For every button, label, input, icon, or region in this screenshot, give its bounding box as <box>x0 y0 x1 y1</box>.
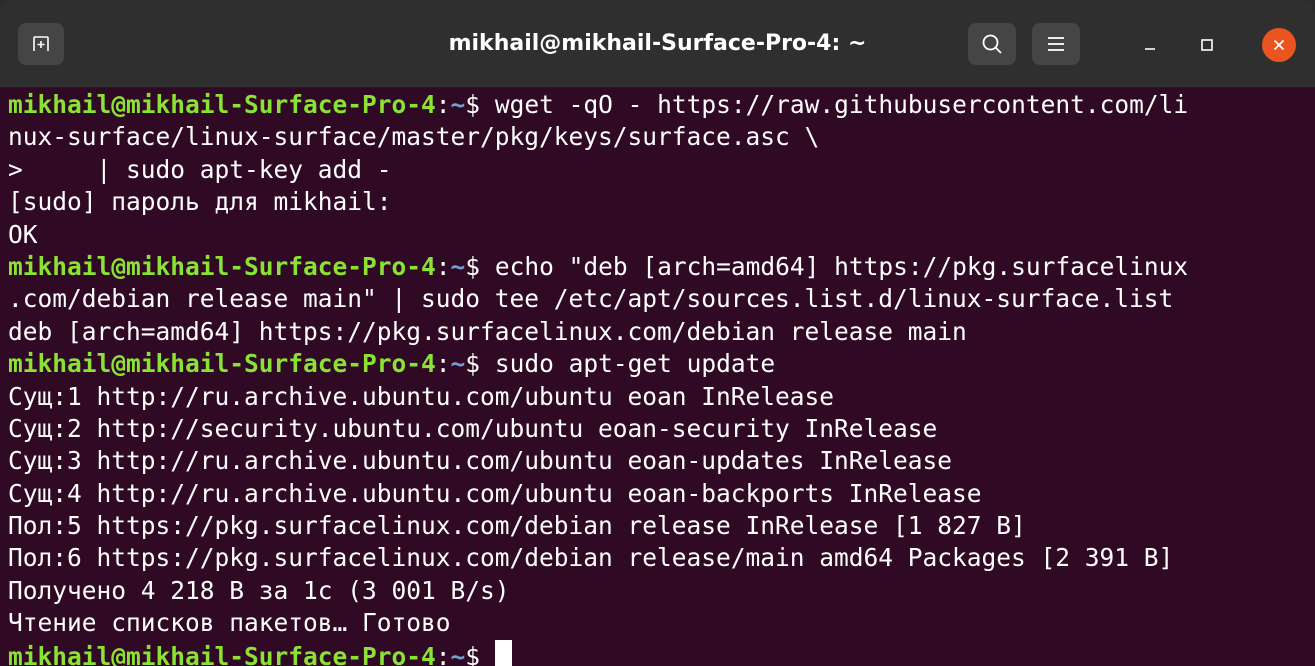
output-line: [sudo] пароль для mikhail: <box>8 186 1315 218</box>
minimize-button[interactable] <box>1133 28 1167 62</box>
terminal-window: mikhail@mikhail-Surface-Pro-4: ~ mikhail… <box>0 0 1315 666</box>
output-text: Получено 4 218 B за 1c (3 001 B/s) <box>8 575 510 605</box>
new-tab-icon <box>33 36 49 51</box>
title-bar: mikhail@mikhail-Surface-Pro-4: ~ <box>0 0 1315 88</box>
prompt-separator: : <box>435 349 451 379</box>
prompt-user-host: mikhail@mikhail-Surface-Pro-4 <box>8 90 436 119</box>
output-line: nux-surface/linux-surface/master/pkg/key… <box>8 121 1315 153</box>
prompt-dollar: $ <box>465 641 495 666</box>
hamburger-menu-icon <box>1048 37 1064 51</box>
output-text: deb [arch=amd64] https://pkg.surfacelinu… <box>8 316 967 346</box>
prompt-separator: : <box>435 641 451 666</box>
output-text: OK <box>8 219 38 249</box>
output-text: Чтение списков пакетов… Готово <box>8 608 451 638</box>
output-text: .com/debian release main" | sudo tee /et… <box>8 284 1174 314</box>
prompt-dollar: $ <box>465 251 495 281</box>
prompt-dollar: $ <box>465 90 495 119</box>
prompt-dollar: $ <box>465 349 495 379</box>
prompt-line: mikhail@mikhail-Surface-Pro-4:~$ echo "d… <box>8 251 1315 283</box>
output-line: Сущ:1 http://ru.archive.ubuntu.com/ubunt… <box>8 381 1315 413</box>
output-line: Пол:5 https://pkg.surfacelinux.com/debia… <box>8 510 1315 542</box>
command-text: wget -qO - https://raw.githubusercontent… <box>494 90 1189 119</box>
search-icon <box>982 34 1002 54</box>
output-line: Сущ:3 http://ru.archive.ubuntu.com/ubunt… <box>8 445 1315 477</box>
prompt-user-host: mikhail@mikhail-Surface-Pro-4 <box>8 251 436 281</box>
output-line: Сущ:4 http://ru.archive.ubuntu.com/ubunt… <box>8 478 1315 510</box>
prompt-path: ~ <box>450 251 466 281</box>
prompt-line: mikhail@mikhail-Surface-Pro-4:~$ wget -q… <box>8 89 1315 121</box>
text-cursor <box>494 639 512 666</box>
output-text: Пол:6 https://pkg.surfacelinux.com/debia… <box>8 543 1174 573</box>
prompt-separator: : <box>435 90 451 119</box>
output-line: Получено 4 218 B за 1c (3 001 B/s) <box>8 575 1315 607</box>
prompt-path: ~ <box>450 349 466 379</box>
output-line: > | sudo apt-key add - <box>8 154 1315 186</box>
command-text: echo "deb [arch=amd64] https://pkg.surfa… <box>494 251 1189 281</box>
prompt-user-host: mikhail@mikhail-Surface-Pro-4 <box>8 641 436 666</box>
close-button[interactable] <box>1262 28 1296 62</box>
prompt-separator: : <box>435 251 451 281</box>
output-line: Сущ:2 http://security.ubuntu.com/ubuntu … <box>8 413 1315 445</box>
prompt-line: mikhail@mikhail-Surface-Pro-4:~$ <box>8 639 1315 666</box>
output-line: Чтение списков пакетов… Готово <box>8 607 1315 639</box>
output-line: OK <box>8 219 1315 251</box>
close-icon <box>1273 39 1285 51</box>
search-button[interactable] <box>968 23 1016 65</box>
prompt-path: ~ <box>450 641 466 666</box>
maximize-button[interactable] <box>1190 28 1224 62</box>
output-text: nux-surface/linux-surface/master/pkg/key… <box>8 122 820 152</box>
prompt-line: mikhail@mikhail-Surface-Pro-4:~$ sudo ap… <box>8 348 1315 380</box>
output-line: deb [arch=amd64] https://pkg.surfacelinu… <box>8 316 1315 348</box>
output-line: Пол:6 https://pkg.surfacelinux.com/debia… <box>8 542 1315 574</box>
prompt-path: ~ <box>450 90 466 119</box>
output-text: Сущ:3 http://ru.archive.ubuntu.com/ubunt… <box>8 446 953 476</box>
maximize-icon <box>1201 39 1213 51</box>
output-text: > | sudo apt-key add - <box>8 154 392 184</box>
output-text: Сущ:2 http://security.ubuntu.com/ubuntu … <box>8 413 938 443</box>
output-text: [sudo] пароль для mikhail: <box>8 187 392 217</box>
prompt-user-host: mikhail@mikhail-Surface-Pro-4 <box>8 349 436 379</box>
terminal-output[interactable]: mikhail@mikhail-Surface-Pro-4:~$ wget -q… <box>8 88 1315 666</box>
minimize-icon <box>1145 48 1155 50</box>
output-text: Пол:5 https://pkg.surfacelinux.com/debia… <box>8 511 1026 541</box>
output-line: .com/debian release main" | sudo tee /et… <box>8 283 1315 315</box>
command-text: sudo apt-get update <box>494 349 776 379</box>
output-text: Сущ:1 http://ru.archive.ubuntu.com/ubunt… <box>8 381 835 411</box>
window-title: mikhail@mikhail-Surface-Pro-4: ~ <box>448 31 867 56</box>
output-text: Сущ:4 http://ru.archive.ubuntu.com/ubunt… <box>8 478 982 508</box>
new-tab-button[interactable] <box>18 23 64 65</box>
menu-button[interactable] <box>1032 23 1080 65</box>
